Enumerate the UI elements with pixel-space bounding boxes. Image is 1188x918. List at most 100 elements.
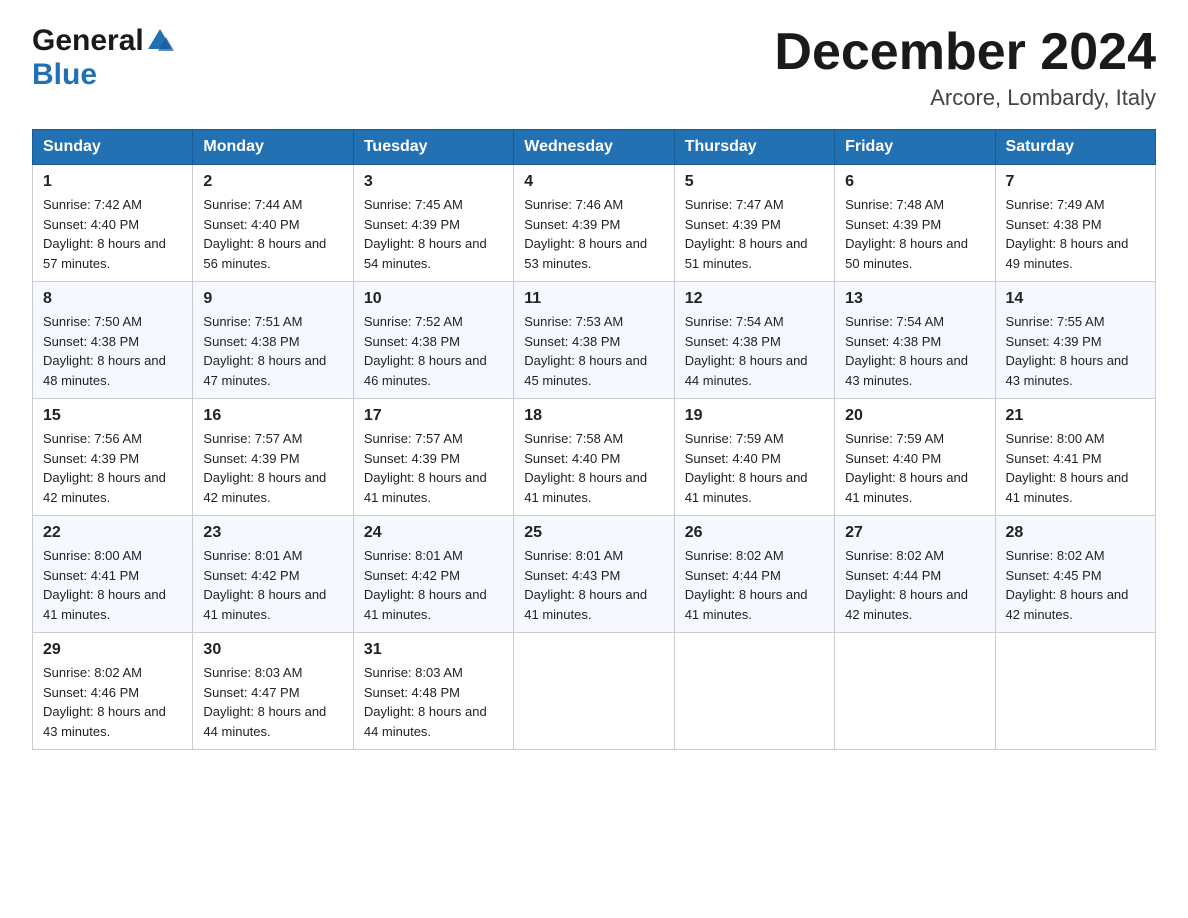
day-info: Sunrise: 8:01 AMSunset: 4:42 PMDaylight:…: [364, 546, 503, 624]
day-number: 10: [364, 290, 503, 308]
day-info: Sunrise: 7:42 AMSunset: 4:40 PMDaylight:…: [43, 195, 182, 273]
month-title: December 2024: [774, 24, 1156, 81]
day-info: Sunrise: 8:03 AMSunset: 4:47 PMDaylight:…: [203, 663, 342, 741]
day-number: 23: [203, 524, 342, 542]
calendar-cell: 19 Sunrise: 7:59 AMSunset: 4:40 PMDayligh…: [674, 399, 834, 516]
day-number: 28: [1006, 524, 1145, 542]
day-number: 19: [685, 407, 824, 425]
day-info: Sunrise: 8:00 AMSunset: 4:41 PMDaylight:…: [1006, 429, 1145, 507]
day-number: 11: [524, 290, 663, 308]
header-day-monday: Monday: [193, 130, 353, 165]
calendar-cell: 28 Sunrise: 8:02 AMSunset: 4:45 PMDayligh…: [995, 516, 1155, 633]
header-day-thursday: Thursday: [674, 130, 834, 165]
day-info: Sunrise: 7:52 AMSunset: 4:38 PMDaylight:…: [364, 312, 503, 390]
title-area: December 2024 Arcore, Lombardy, Italy: [774, 24, 1156, 111]
day-info: Sunrise: 7:58 AMSunset: 4:40 PMDaylight:…: [524, 429, 663, 507]
logo-blue-text: Blue: [32, 58, 97, 91]
day-number: 2: [203, 173, 342, 191]
calendar-cell: 3 Sunrise: 7:45 AMSunset: 4:39 PMDaylight…: [353, 165, 513, 282]
header-day-tuesday: Tuesday: [353, 130, 513, 165]
day-number: 4: [524, 173, 663, 191]
day-number: 15: [43, 407, 182, 425]
day-info: Sunrise: 7:51 AMSunset: 4:38 PMDaylight:…: [203, 312, 342, 390]
location-title: Arcore, Lombardy, Italy: [774, 85, 1156, 111]
calendar-header-row: SundayMondayTuesdayWednesdayThursdayFrid…: [33, 130, 1156, 165]
day-number: 3: [364, 173, 503, 191]
day-info: Sunrise: 7:53 AMSunset: 4:38 PMDaylight:…: [524, 312, 663, 390]
day-number: 1: [43, 173, 182, 191]
calendar-cell: 1 Sunrise: 7:42 AMSunset: 4:40 PMDaylight…: [33, 165, 193, 282]
calendar-week-row: 15Sunrise: 7:56 AMSunset: 4:39 PMDayligh…: [33, 399, 1156, 516]
day-number: 24: [364, 524, 503, 542]
day-info: Sunrise: 8:02 AMSunset: 4:44 PMDaylight:…: [685, 546, 824, 624]
day-info: Sunrise: 7:48 AMSunset: 4:39 PMDaylight:…: [845, 195, 984, 273]
day-info: Sunrise: 7:44 AMSunset: 4:40 PMDaylight:…: [203, 195, 342, 273]
day-number: 20: [845, 407, 984, 425]
calendar-cell: [995, 633, 1155, 750]
day-number: 9: [203, 290, 342, 308]
day-number: 16: [203, 407, 342, 425]
calendar-week-row: 8Sunrise: 7:50 AMSunset: 4:38 PMDaylight…: [33, 282, 1156, 399]
page-header: General Blue December 2024 Arcore, Lomba…: [32, 24, 1156, 111]
day-number: 17: [364, 407, 503, 425]
calendar-cell: 18 Sunrise: 7:58 AMSunset: 4:40 PMDayligh…: [514, 399, 674, 516]
calendar-cell: 27 Sunrise: 8:02 AMSunset: 4:44 PMDayligh…: [835, 516, 995, 633]
calendar-cell: 30Sunrise: 8:03 AMSunset: 4:47 PMDayligh…: [193, 633, 353, 750]
day-info: Sunrise: 7:50 AMSunset: 4:38 PMDaylight:…: [43, 312, 182, 390]
day-info: Sunrise: 8:02 AMSunset: 4:44 PMDaylight:…: [845, 546, 984, 624]
day-number: 6: [845, 173, 984, 191]
calendar-cell: 21 Sunrise: 8:00 AMSunset: 4:41 PMDayligh…: [995, 399, 1155, 516]
day-info: Sunrise: 7:46 AMSunset: 4:39 PMDaylight:…: [524, 195, 663, 273]
day-number: 14: [1006, 290, 1145, 308]
calendar-table: SundayMondayTuesdayWednesdayThursdayFrid…: [32, 129, 1156, 750]
calendar-cell: 15Sunrise: 7:56 AMSunset: 4:39 PMDayligh…: [33, 399, 193, 516]
calendar-cell: [514, 633, 674, 750]
calendar-cell: 13 Sunrise: 7:54 AMSunset: 4:38 PMDayligh…: [835, 282, 995, 399]
day-number: 5: [685, 173, 824, 191]
day-info: Sunrise: 7:47 AMSunset: 4:39 PMDaylight:…: [685, 195, 824, 273]
calendar-week-row: 29Sunrise: 8:02 AMSunset: 4:46 PMDayligh…: [33, 633, 1156, 750]
day-number: 22: [43, 524, 182, 542]
day-info: Sunrise: 8:00 AMSunset: 4:41 PMDaylight:…: [43, 546, 182, 624]
header-day-saturday: Saturday: [995, 130, 1155, 165]
calendar-cell: 4 Sunrise: 7:46 AMSunset: 4:39 PMDaylight…: [514, 165, 674, 282]
day-number: 31: [364, 641, 503, 659]
calendar-cell: 10 Sunrise: 7:52 AMSunset: 4:38 PMDayligh…: [353, 282, 513, 399]
day-info: Sunrise: 8:03 AMSunset: 4:48 PMDaylight:…: [364, 663, 503, 741]
calendar-cell: 12Sunrise: 7:54 AMSunset: 4:38 PMDayligh…: [674, 282, 834, 399]
calendar-week-row: 1 Sunrise: 7:42 AMSunset: 4:40 PMDaylight…: [33, 165, 1156, 282]
day-info: Sunrise: 7:59 AMSunset: 4:40 PMDaylight:…: [845, 429, 984, 507]
day-number: 7: [1006, 173, 1145, 191]
day-number: 13: [845, 290, 984, 308]
calendar-cell: 17 Sunrise: 7:57 AMSunset: 4:39 PMDayligh…: [353, 399, 513, 516]
calendar-cell: 8Sunrise: 7:50 AMSunset: 4:38 PMDaylight…: [33, 282, 193, 399]
calendar-cell: 31 Sunrise: 8:03 AMSunset: 4:48 PMDayligh…: [353, 633, 513, 750]
day-info: Sunrise: 8:01 AMSunset: 4:42 PMDaylight:…: [203, 546, 342, 624]
logo: General Blue: [32, 24, 174, 92]
day-info: Sunrise: 8:02 AMSunset: 4:45 PMDaylight:…: [1006, 546, 1145, 624]
day-number: 21: [1006, 407, 1145, 425]
calendar-cell: 11 Sunrise: 7:53 AMSunset: 4:38 PMDayligh…: [514, 282, 674, 399]
day-number: 18: [524, 407, 663, 425]
day-info: Sunrise: 7:55 AMSunset: 4:39 PMDaylight:…: [1006, 312, 1145, 390]
day-number: 29: [43, 641, 182, 659]
day-info: Sunrise: 7:45 AMSunset: 4:39 PMDaylight:…: [364, 195, 503, 273]
calendar-cell: 16 Sunrise: 7:57 AMSunset: 4:39 PMDayligh…: [193, 399, 353, 516]
day-info: Sunrise: 7:57 AMSunset: 4:39 PMDaylight:…: [203, 429, 342, 507]
calendar-cell: 2 Sunrise: 7:44 AMSunset: 4:40 PMDaylight…: [193, 165, 353, 282]
day-info: Sunrise: 7:57 AMSunset: 4:39 PMDaylight:…: [364, 429, 503, 507]
day-info: Sunrise: 7:54 AMSunset: 4:38 PMDaylight:…: [845, 312, 984, 390]
calendar-cell: 14 Sunrise: 7:55 AMSunset: 4:39 PMDayligh…: [995, 282, 1155, 399]
day-info: Sunrise: 7:54 AMSunset: 4:38 PMDaylight:…: [685, 312, 824, 390]
day-number: 27: [845, 524, 984, 542]
day-number: 26: [685, 524, 824, 542]
calendar-cell: 26 Sunrise: 8:02 AMSunset: 4:44 PMDayligh…: [674, 516, 834, 633]
calendar-cell: 29Sunrise: 8:02 AMSunset: 4:46 PMDayligh…: [33, 633, 193, 750]
day-info: Sunrise: 7:59 AMSunset: 4:40 PMDaylight:…: [685, 429, 824, 507]
calendar-cell: [674, 633, 834, 750]
calendar-cell: 6 Sunrise: 7:48 AMSunset: 4:39 PMDaylight…: [835, 165, 995, 282]
calendar-cell: 25Sunrise: 8:01 AMSunset: 4:43 PMDayligh…: [514, 516, 674, 633]
calendar-week-row: 22 Sunrise: 8:00 AMSunset: 4:41 PMDayligh…: [33, 516, 1156, 633]
logo-icon: [146, 27, 174, 55]
day-info: Sunrise: 8:01 AMSunset: 4:43 PMDaylight:…: [524, 546, 663, 624]
